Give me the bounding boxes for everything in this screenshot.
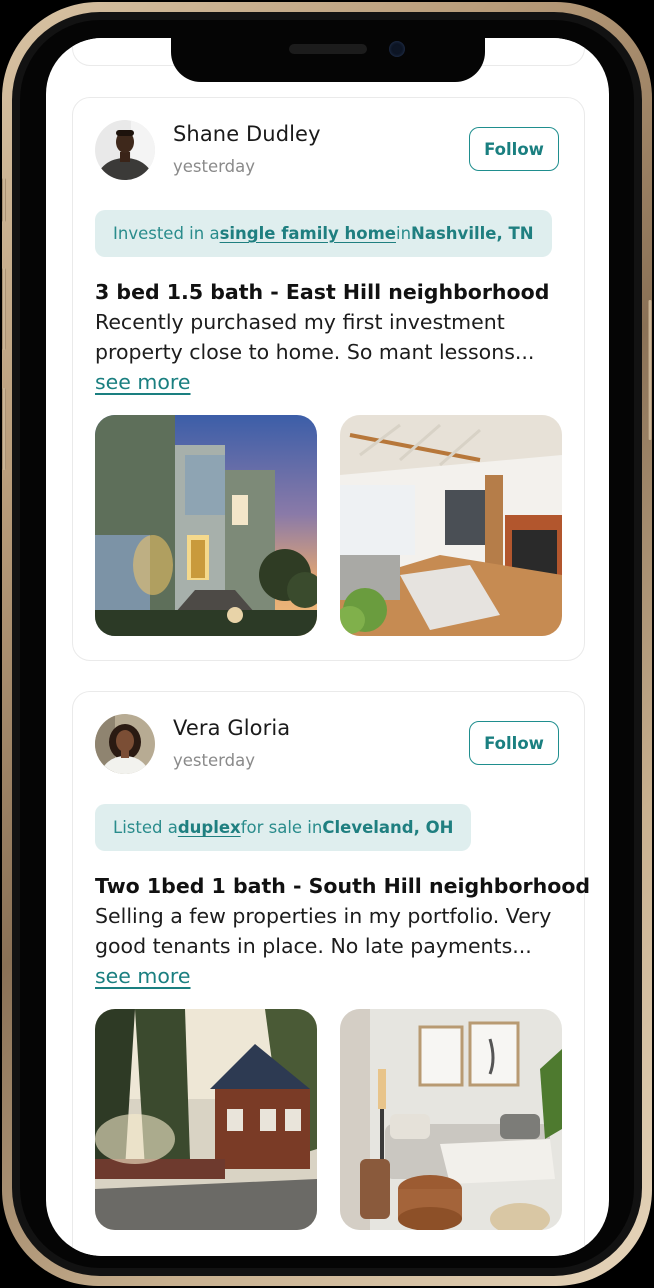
power-button [648,300,652,440]
property-photo-interior[interactable] [340,1009,562,1230]
post-title: 3 bed 1.5 bath - East Hill neighborhood [95,280,550,304]
volume-up-button [2,268,6,350]
property-type-link[interactable]: single family home [220,224,396,243]
mute-switch [2,178,6,222]
avatar[interactable] [95,714,155,774]
volume-down-button [2,388,6,470]
follow-button[interactable]: Follow [469,127,559,171]
post-body: Selling a few properties in my portfolio… [95,901,565,991]
activity-prefix: Listed a [113,818,178,837]
feed-post-card: Shane Dudley yesterday Follow Invested i… [72,97,585,661]
app-screen: Shane Dudley yesterday Follow Invested i… [46,38,609,1256]
post-body-line: Selling a few properties in my portfolio… [95,904,552,928]
front-camera [389,41,405,57]
post-body-line: good tenants in place. No late payments.… [95,934,532,958]
activity-middle: for sale in [240,818,323,837]
activity-middle: in [396,224,412,243]
post-timestamp: yesterday [173,751,255,770]
activity-prefix: Invested in a [113,224,220,243]
avatar[interactable] [95,120,155,180]
activity-tag: Listed a duplex for sale in Cleveland, O… [95,804,472,851]
user-name[interactable]: Shane Dudley [173,122,321,146]
location-label[interactable]: Nashville, TN [411,224,534,243]
post-body-line: property close to home. So mant lessons.… [95,340,535,364]
see-more-link[interactable]: see more [95,367,191,397]
user-name[interactable]: Vera Gloria [173,716,290,740]
property-photo-exterior[interactable] [95,1009,317,1230]
post-title: Two 1bed 1 bath - South Hill neighborhoo… [95,874,591,898]
post-timestamp: yesterday [173,157,255,176]
location-label[interactable]: Cleveland, OH [322,818,453,837]
see-more-link[interactable]: see more [95,961,191,991]
feed-post-card: Vera Gloria yesterday Follow Listed a du… [72,691,590,1256]
post-body-line: Recently purchased my first investment [95,310,505,334]
phone-notch [171,32,485,82]
post-body: Recently purchased my first investment p… [95,307,565,397]
activity-tag: Invested in a single family home in Nash… [95,210,552,257]
property-photo-exterior[interactable] [95,415,317,636]
speaker-grille [289,44,367,54]
follow-button[interactable]: Follow [469,721,559,765]
property-type-link[interactable]: duplex [178,818,241,837]
property-photo-interior[interactable] [340,415,562,636]
